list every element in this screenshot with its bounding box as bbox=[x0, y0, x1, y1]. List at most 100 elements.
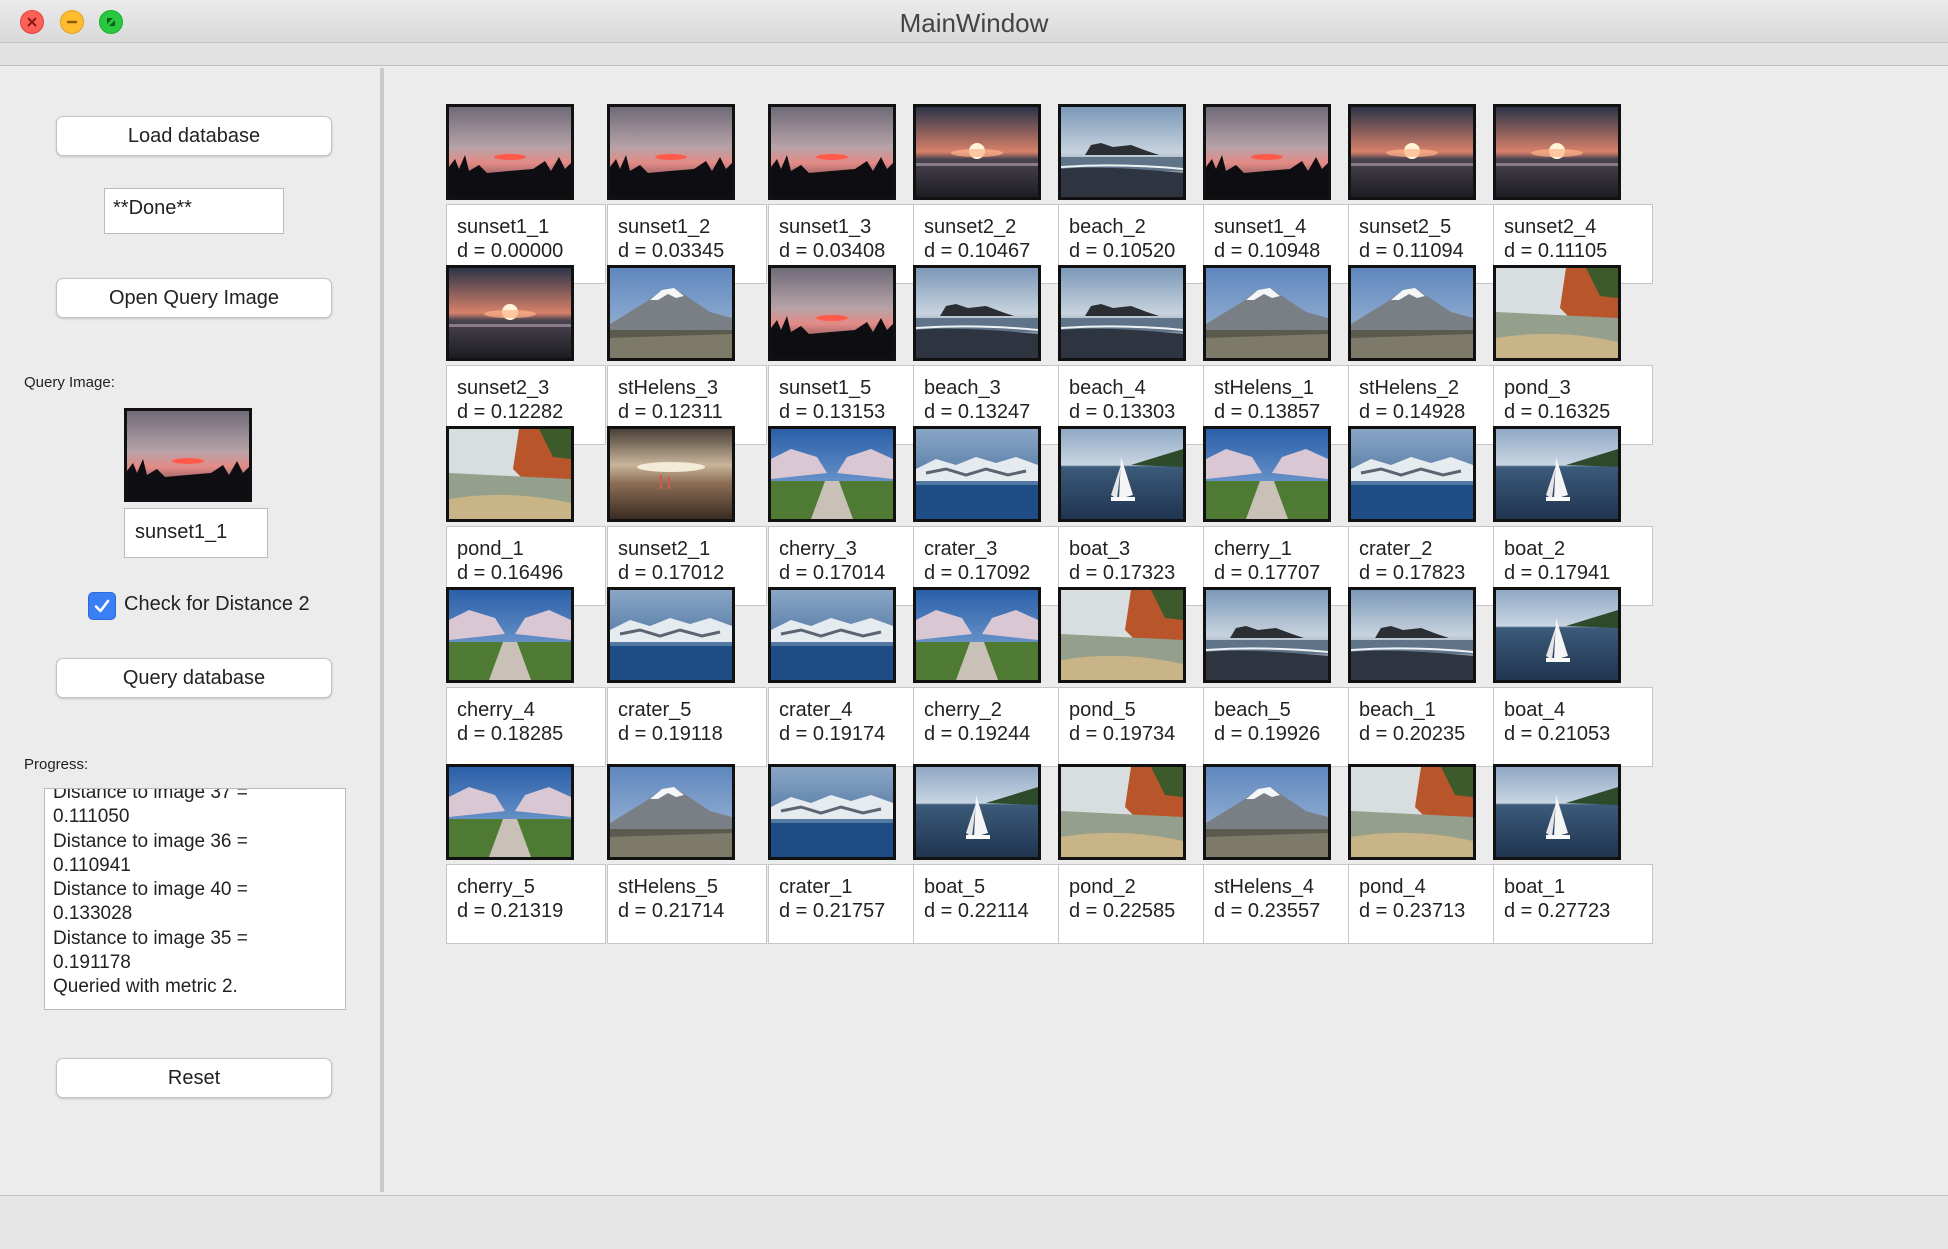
result-thumbnail[interactable] bbox=[446, 587, 574, 683]
result-distance: d = 0.11094 bbox=[1359, 240, 1464, 262]
distance2-checkbox-label[interactable]: Check for Distance 2 bbox=[124, 593, 310, 616]
result-thumbnail[interactable] bbox=[1348, 764, 1476, 860]
result-thumbnail[interactable] bbox=[607, 587, 735, 683]
result-thumbnail[interactable] bbox=[1348, 426, 1476, 522]
result-thumbnail[interactable] bbox=[1058, 587, 1186, 683]
result-thumbnail[interactable] bbox=[446, 104, 574, 200]
result-cell[interactable]: crater_4 d = 0.19174 bbox=[768, 587, 928, 767]
result-cell[interactable]: sunset2_2 d = 0.10467 bbox=[913, 104, 1073, 284]
result-cell[interactable]: crater_1 d = 0.21757 bbox=[768, 764, 928, 944]
result-cell[interactable]: beach_4 d = 0.13303 bbox=[1058, 265, 1218, 445]
result-cell[interactable]: beach_1 d = 0.20235 bbox=[1348, 587, 1508, 767]
result-cell[interactable]: sunset2_5 d = 0.11094 bbox=[1348, 104, 1508, 284]
result-cell[interactable]: sunset2_4 d = 0.11105 bbox=[1493, 104, 1653, 284]
result-cell[interactable]: sunset1_1 d = 0.00000 bbox=[446, 104, 606, 284]
result-thumbnail[interactable] bbox=[1203, 764, 1331, 860]
query-database-button[interactable]: Query database bbox=[56, 658, 332, 698]
result-thumbnail[interactable] bbox=[1203, 265, 1331, 361]
result-image-name: cherry_3 bbox=[779, 538, 857, 560]
result-image-name: pond_5 bbox=[1069, 699, 1136, 721]
result-caption: crater_4 d = 0.19174 bbox=[768, 687, 928, 767]
result-thumbnail[interactable] bbox=[913, 265, 1041, 361]
result-thumbnail[interactable] bbox=[1203, 587, 1331, 683]
result-thumbnail[interactable] bbox=[1493, 265, 1621, 361]
result-distance: d = 0.11105 bbox=[1504, 240, 1608, 262]
result-thumbnail[interactable] bbox=[446, 426, 574, 522]
result-cell[interactable]: boat_4 d = 0.21053 bbox=[1493, 587, 1653, 767]
result-cell[interactable]: boat_3 d = 0.17323 bbox=[1058, 426, 1218, 606]
result-thumbnail[interactable] bbox=[768, 587, 896, 683]
progress-log[interactable]: Distance to image 37 = 0.111050 Distance t… bbox=[44, 788, 346, 1010]
result-thumbnail[interactable] bbox=[1493, 104, 1621, 200]
result-cell[interactable]: cherry_5 d = 0.21319 bbox=[446, 764, 606, 944]
open-query-image-button[interactable]: Open Query Image bbox=[56, 278, 332, 318]
result-cell[interactable]: pond_4 d = 0.23713 bbox=[1348, 764, 1508, 944]
result-cell[interactable]: stHelens_1 d = 0.13857 bbox=[1203, 265, 1363, 445]
result-cell[interactable]: pond_5 d = 0.19734 bbox=[1058, 587, 1218, 767]
result-cell[interactable]: sunset1_4 d = 0.10948 bbox=[1203, 104, 1363, 284]
result-cell[interactable]: stHelens_4 d = 0.23557 bbox=[1203, 764, 1363, 944]
result-thumbnail[interactable] bbox=[446, 764, 574, 860]
reset-button[interactable]: Reset bbox=[56, 1058, 332, 1098]
result-thumbnail[interactable] bbox=[1058, 104, 1186, 200]
result-cell[interactable]: stHelens_2 d = 0.14928 bbox=[1348, 265, 1508, 445]
result-cell[interactable]: boat_2 d = 0.17941 bbox=[1493, 426, 1653, 606]
result-cell[interactable]: sunset1_3 d = 0.03408 bbox=[768, 104, 928, 284]
result-cell[interactable]: boat_1 d = 0.27723 bbox=[1493, 764, 1653, 944]
result-cell[interactable]: beach_2 d = 0.10520 bbox=[1058, 104, 1218, 284]
result-cell[interactable]: sunset1_2 d = 0.03345 bbox=[607, 104, 767, 284]
result-cell[interactable]: crater_2 d = 0.17823 bbox=[1348, 426, 1508, 606]
result-thumbnail[interactable] bbox=[607, 426, 735, 522]
result-cell[interactable]: beach_3 d = 0.13247 bbox=[913, 265, 1073, 445]
result-cell[interactable]: crater_5 d = 0.19118 bbox=[607, 587, 767, 767]
result-cell[interactable]: sunset1_5 d = 0.13153 bbox=[768, 265, 928, 445]
result-cell[interactable]: pond_1 d = 0.16496 bbox=[446, 426, 606, 606]
result-thumbnail[interactable] bbox=[1348, 587, 1476, 683]
result-thumbnail[interactable] bbox=[1058, 764, 1186, 860]
result-thumbnail[interactable] bbox=[446, 265, 574, 361]
result-cell[interactable]: sunset2_3 d = 0.12282 bbox=[446, 265, 606, 445]
result-thumbnail[interactable] bbox=[768, 426, 896, 522]
result-image-name: cherry_5 bbox=[457, 876, 535, 898]
progress-log-line: Distance to image 37 = bbox=[53, 788, 248, 803]
result-cell[interactable]: crater_3 d = 0.17092 bbox=[913, 426, 1073, 606]
result-thumbnail[interactable] bbox=[1058, 265, 1186, 361]
result-thumbnail[interactable] bbox=[768, 265, 896, 361]
distance2-checkbox[interactable] bbox=[88, 592, 116, 620]
result-thumbnail[interactable] bbox=[913, 587, 1041, 683]
result-thumbnail[interactable] bbox=[607, 104, 735, 200]
result-distance: d = 0.17014 bbox=[779, 562, 886, 584]
result-thumbnail[interactable] bbox=[1493, 587, 1621, 683]
result-thumbnail[interactable] bbox=[913, 104, 1041, 200]
result-distance: d = 0.03408 bbox=[779, 240, 886, 262]
result-thumbnail[interactable] bbox=[913, 426, 1041, 522]
result-cell[interactable]: cherry_4 d = 0.18285 bbox=[446, 587, 606, 767]
result-thumbnail[interactable] bbox=[1203, 104, 1331, 200]
result-distance: d = 0.21053 bbox=[1504, 723, 1611, 745]
result-thumbnail[interactable] bbox=[1348, 265, 1476, 361]
result-cell[interactable]: sunset2_1 d = 0.17012 bbox=[607, 426, 767, 606]
result-image-name: cherry_2 bbox=[924, 699, 1002, 721]
result-thumbnail[interactable] bbox=[768, 104, 896, 200]
result-cell[interactable]: cherry_2 d = 0.19244 bbox=[913, 587, 1073, 767]
result-image-name: beach_1 bbox=[1359, 699, 1436, 721]
load-database-button[interactable]: Load database bbox=[56, 116, 332, 156]
result-thumbnail[interactable] bbox=[607, 764, 735, 860]
result-cell[interactable]: stHelens_5 d = 0.21714 bbox=[607, 764, 767, 944]
result-thumbnail[interactable] bbox=[1493, 764, 1621, 860]
result-thumbnail[interactable] bbox=[768, 764, 896, 860]
result-thumbnail[interactable] bbox=[1493, 426, 1621, 522]
result-cell[interactable]: stHelens_3 d = 0.12311 bbox=[607, 265, 767, 445]
result-cell[interactable]: boat_5 d = 0.22114 bbox=[913, 764, 1073, 944]
result-cell[interactable]: cherry_1 d = 0.17707 bbox=[1203, 426, 1363, 606]
result-cell[interactable]: cherry_3 d = 0.17014 bbox=[768, 426, 928, 606]
result-thumbnail[interactable] bbox=[913, 764, 1041, 860]
result-thumbnail[interactable] bbox=[1203, 426, 1331, 522]
result-cell[interactable]: pond_2 d = 0.22585 bbox=[1058, 764, 1218, 944]
result-cell[interactable]: beach_5 d = 0.19926 bbox=[1203, 587, 1363, 767]
progress-log-line: 0.133028 bbox=[53, 903, 133, 925]
result-cell[interactable]: pond_3 d = 0.16325 bbox=[1493, 265, 1653, 445]
result-thumbnail[interactable] bbox=[1058, 426, 1186, 522]
result-thumbnail[interactable] bbox=[607, 265, 735, 361]
result-thumbnail[interactable] bbox=[1348, 104, 1476, 200]
